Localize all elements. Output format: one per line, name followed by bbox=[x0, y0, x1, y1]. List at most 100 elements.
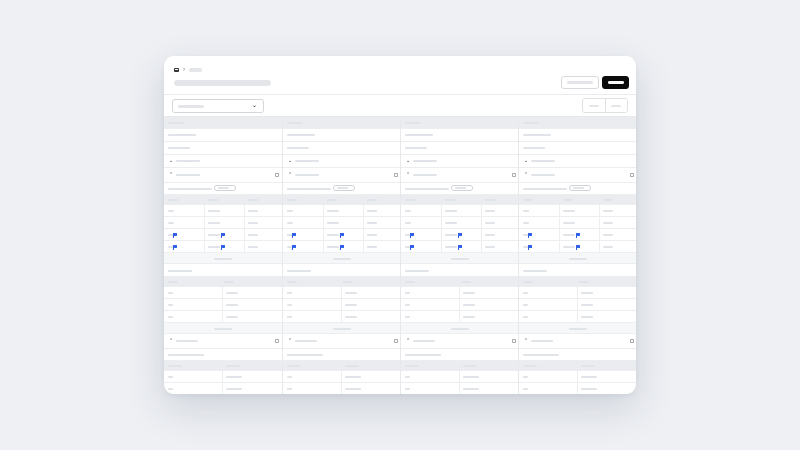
load-more-row[interactable] bbox=[164, 253, 282, 264]
table-row[interactable] bbox=[283, 371, 401, 383]
table-row[interactable] bbox=[283, 241, 401, 253]
square-icon[interactable] bbox=[512, 173, 516, 177]
table-row[interactable] bbox=[519, 217, 636, 229]
table-row[interactable] bbox=[164, 299, 282, 311]
text-placeholder bbox=[287, 376, 292, 378]
chevron-up-icon[interactable]: ⌃ bbox=[169, 339, 173, 344]
table-row[interactable] bbox=[164, 217, 282, 229]
flag-icon bbox=[292, 233, 296, 238]
expanded-section-header[interactable]: ⌃ bbox=[164, 334, 282, 349]
page-header: › bbox=[164, 56, 636, 94]
load-more-row[interactable] bbox=[283, 323, 401, 334]
chevron-down-icon[interactable]: ⌄ bbox=[524, 159, 528, 164]
filter-pill[interactable] bbox=[333, 185, 355, 191]
table-row[interactable] bbox=[401, 383, 519, 394]
table-row[interactable] bbox=[401, 205, 519, 217]
chevron-up-icon[interactable]: ⌃ bbox=[288, 173, 292, 178]
view-toggle-option-1[interactable] bbox=[583, 99, 605, 112]
cell-divider bbox=[559, 205, 560, 216]
chevron-down-icon[interactable]: ⌄ bbox=[169, 159, 173, 164]
filter-pill[interactable] bbox=[451, 185, 473, 191]
load-more-row[interactable] bbox=[164, 323, 282, 334]
table-row[interactable] bbox=[283, 311, 401, 323]
collapsed-section[interactable]: ⌄ bbox=[519, 155, 636, 168]
table-row[interactable] bbox=[164, 205, 282, 217]
load-more-row[interactable] bbox=[283, 253, 401, 264]
expanded-section-header[interactable]: ⌃ bbox=[283, 334, 401, 349]
text-placeholder bbox=[405, 281, 415, 283]
chevron-down-icon[interactable]: ⌄ bbox=[406, 159, 410, 164]
expanded-section-header[interactable]: ⌃ bbox=[401, 168, 519, 183]
text-placeholder bbox=[248, 246, 258, 248]
filter-pill[interactable] bbox=[569, 185, 591, 191]
table-row[interactable] bbox=[401, 287, 519, 299]
table-row[interactable] bbox=[519, 383, 636, 394]
load-more-row[interactable] bbox=[519, 253, 636, 264]
table-row[interactable] bbox=[519, 311, 636, 323]
table-row[interactable] bbox=[401, 229, 519, 241]
collapsed-section[interactable]: ⌄ bbox=[164, 155, 282, 168]
secondary-button[interactable] bbox=[561, 76, 599, 89]
collapsed-section[interactable]: ⌄ bbox=[283, 155, 401, 168]
load-more-row[interactable] bbox=[519, 323, 636, 334]
cell-divider bbox=[441, 217, 442, 228]
view-toggle[interactable] bbox=[582, 98, 628, 113]
expanded-section-header[interactable]: ⌃ bbox=[401, 334, 519, 349]
square-icon[interactable] bbox=[394, 173, 398, 177]
chevron-up-icon[interactable]: ⌃ bbox=[169, 173, 173, 178]
table-row[interactable] bbox=[519, 299, 636, 311]
breadcrumb-current[interactable] bbox=[189, 68, 202, 72]
chevron-up-icon[interactable]: ⌃ bbox=[406, 173, 410, 178]
load-more-row[interactable] bbox=[401, 253, 519, 264]
table-row[interactable] bbox=[401, 311, 519, 323]
table-row[interactable] bbox=[283, 287, 401, 299]
view-toggle-option-2[interactable] bbox=[604, 99, 628, 112]
table-row[interactable] bbox=[283, 205, 401, 217]
chevron-up-icon[interactable]: ⌃ bbox=[288, 339, 292, 344]
table-row[interactable] bbox=[164, 229, 282, 241]
table-row[interactable] bbox=[164, 241, 282, 253]
table-row[interactable] bbox=[164, 371, 282, 383]
table-row[interactable] bbox=[283, 383, 401, 394]
square-icon[interactable] bbox=[275, 173, 279, 177]
table-row[interactable] bbox=[401, 299, 519, 311]
load-more-row[interactable] bbox=[401, 323, 519, 334]
square-icon[interactable] bbox=[630, 339, 634, 343]
chevron-up-icon[interactable]: ⌃ bbox=[524, 173, 528, 178]
table-row[interactable] bbox=[401, 241, 519, 253]
table-row[interactable] bbox=[519, 241, 636, 253]
table-row[interactable] bbox=[519, 371, 636, 383]
primary-button[interactable] bbox=[602, 76, 629, 89]
table-row[interactable] bbox=[164, 311, 282, 323]
table-row[interactable] bbox=[164, 383, 282, 394]
table-row[interactable] bbox=[283, 229, 401, 241]
text-placeholder bbox=[345, 376, 361, 378]
square-icon[interactable] bbox=[512, 339, 516, 343]
expanded-section-header[interactable]: ⌃ bbox=[519, 168, 636, 183]
text-placeholder bbox=[405, 316, 410, 318]
group-title-row bbox=[401, 264, 519, 277]
table-row[interactable] bbox=[283, 299, 401, 311]
table-row[interactable] bbox=[164, 287, 282, 299]
home-icon[interactable] bbox=[174, 68, 179, 72]
table-row[interactable] bbox=[283, 217, 401, 229]
expanded-section-header[interactable]: ⌃ bbox=[164, 168, 282, 183]
text-placeholder bbox=[445, 222, 457, 224]
filter-pill[interactable] bbox=[214, 185, 236, 191]
chevron-up-icon[interactable]: ⌃ bbox=[524, 339, 528, 344]
table-row[interactable] bbox=[401, 217, 519, 229]
table-row[interactable] bbox=[519, 205, 636, 217]
square-icon[interactable] bbox=[275, 339, 279, 343]
expanded-section-header[interactable]: ⌃ bbox=[283, 168, 401, 183]
expanded-section-header[interactable]: ⌃ bbox=[519, 334, 636, 349]
square-icon[interactable] bbox=[630, 173, 634, 177]
table-row[interactable] bbox=[401, 371, 519, 383]
table-row[interactable] bbox=[519, 287, 636, 299]
collapsed-section[interactable]: ⌄ bbox=[401, 155, 519, 168]
chevron-down-icon[interactable]: ⌄ bbox=[288, 159, 292, 164]
text-placeholder bbox=[451, 258, 469, 260]
chevron-up-icon[interactable]: ⌃ bbox=[406, 339, 410, 344]
square-icon[interactable] bbox=[394, 339, 398, 343]
filter-select[interactable]: ⌄ bbox=[172, 99, 264, 113]
table-row[interactable] bbox=[519, 229, 636, 241]
